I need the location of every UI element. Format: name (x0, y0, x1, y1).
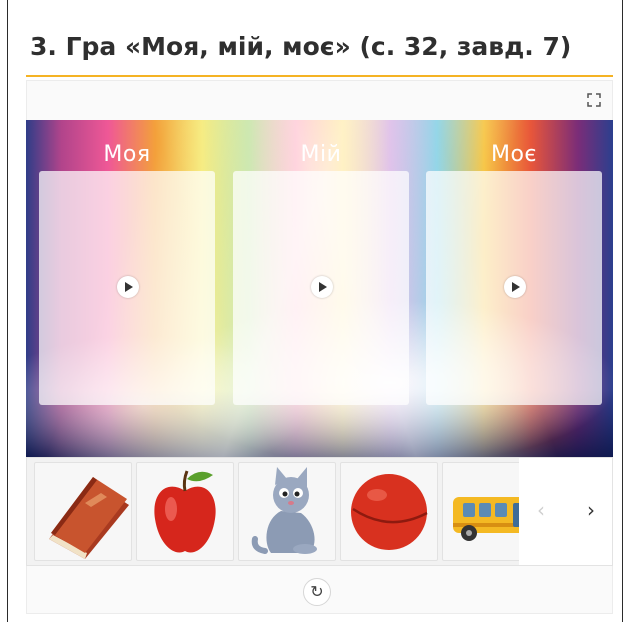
activity-footer: ↻ (26, 566, 613, 614)
zone-label-moia: Моя (103, 142, 151, 167)
drag-card-book[interactable] (34, 462, 132, 561)
book-icon (49, 477, 129, 559)
reset-button[interactable]: ↻ (303, 578, 331, 606)
drag-card-apple[interactable] (136, 462, 234, 561)
draggable-items-tray: ‹ › (26, 457, 613, 566)
fullscreen-icon[interactable] (586, 92, 602, 108)
tray-next-button[interactable]: › (579, 498, 603, 522)
title-underline (26, 75, 613, 77)
frame-right-border (622, 0, 623, 622)
drop-board: Моя Мій Моє (26, 120, 613, 457)
kitten-icon (251, 467, 317, 554)
drag-card-kitten[interactable] (238, 462, 336, 561)
page-title: 3. Гра «Моя, мій, моє» (с. 32, завд. 7) (30, 32, 572, 61)
drop-zone-moia[interactable] (39, 171, 215, 405)
drag-card-ball[interactable] (340, 462, 438, 561)
ball-icon (351, 474, 428, 550)
drop-zone-mii[interactable] (233, 171, 409, 405)
zone-label-moie: Моє (490, 142, 537, 167)
play-audio-icon[interactable] (117, 276, 139, 298)
tray-nav: ‹ › (519, 458, 612, 565)
play-audio-icon[interactable] (504, 276, 526, 298)
drop-zone-moie[interactable] (426, 171, 602, 405)
zone-label-mii: Мій (300, 142, 342, 167)
apple-icon (154, 470, 216, 553)
frame-left-border (7, 0, 8, 622)
activity-toolbar (26, 80, 613, 120)
play-audio-icon[interactable] (311, 276, 333, 298)
tray-prev-button[interactable]: ‹ (529, 498, 553, 522)
